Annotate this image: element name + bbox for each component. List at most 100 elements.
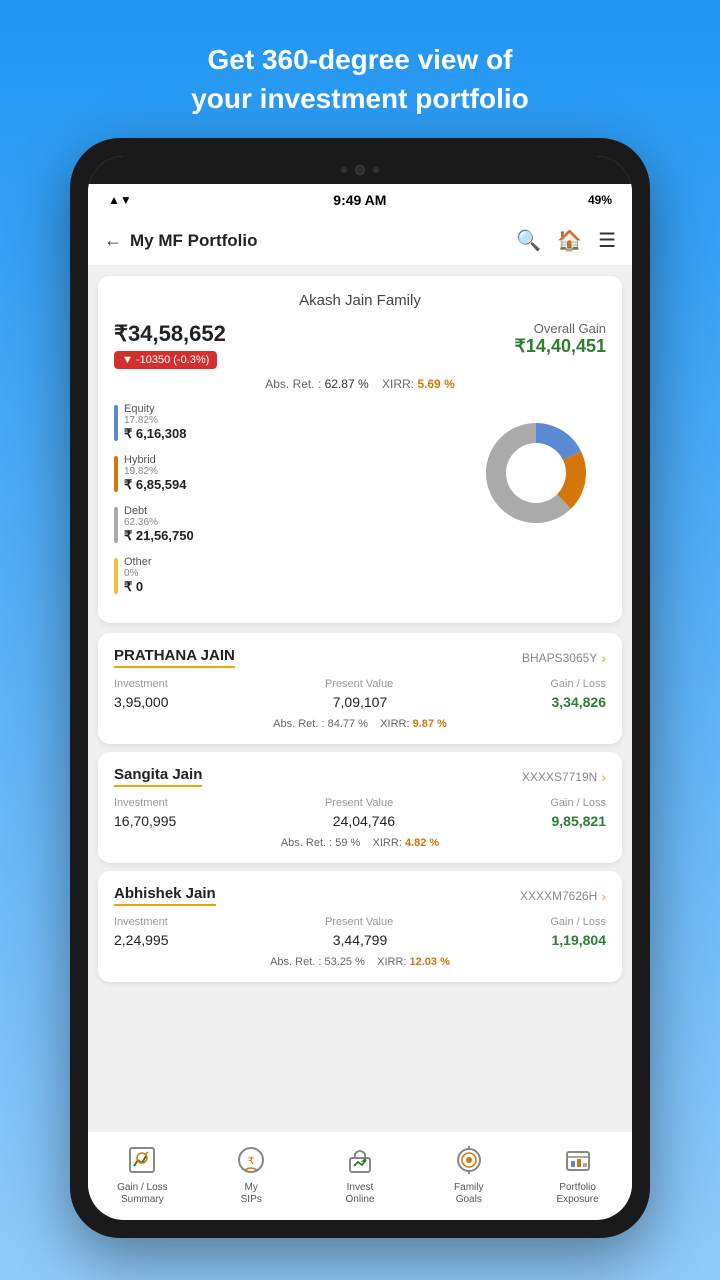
person-returns: Abs. Ret. : 59 % XIRR: 4.82 %	[114, 837, 606, 849]
hero-line1: Get 360-degree view of	[207, 44, 512, 75]
person-table-header: Investment Present Value Gain / Loss	[114, 678, 606, 690]
hero-line2: your investment portfolio	[191, 83, 529, 114]
phone-screen: ▲▼ 9:49 AM 49% ← My MF Portfolio 🔍 🏠 ☰ A…	[88, 156, 632, 1220]
person-chevron-icon: ›	[601, 650, 606, 666]
change-badge: ▼ -10350 (-0.3%)	[114, 351, 217, 369]
present-value-header: Present Value	[325, 797, 393, 809]
breakdown-amount: ₹ 21,56,750	[124, 528, 194, 544]
nav-family-goals[interactable]: FamilyGoals	[429, 1142, 509, 1206]
person-header: PRATHANA JAIN BHAPS3065Y ›	[114, 647, 606, 668]
investment-header: Investment	[114, 797, 168, 809]
present-value-header: Present Value	[325, 916, 393, 928]
person-table: Investment Present Value Gain / Loss 2,2…	[114, 916, 606, 948]
search-icon[interactable]: 🔍	[516, 228, 541, 253]
header-icons: 🔍 🏠 ☰	[516, 228, 616, 253]
battery-status: 49%	[588, 193, 612, 207]
menu-icon[interactable]: ☰	[598, 228, 616, 253]
person-card: Abhishek Jain XXXXM7626H › Investment Pr…	[98, 871, 622, 982]
status-time: 9:49 AM	[333, 192, 386, 208]
portfolio-main-row: ₹34,58,652 ▼ -10350 (-0.3%) Overall Gain…	[114, 321, 606, 369]
breakdown-item: Equity 17.82% ₹ 6,16,308	[114, 403, 458, 442]
sips-icon: ₹	[233, 1142, 269, 1178]
nav-exposure-label: PortfolioExposure	[556, 1182, 598, 1206]
breakdown-pct: 62.36%	[124, 517, 194, 528]
person-id[interactable]: XXXXM7626H ›	[520, 888, 606, 904]
breakdown-label: Hybrid	[124, 454, 187, 466]
nav-my-sips[interactable]: ₹ MySIPs	[211, 1142, 291, 1206]
bottom-nav: Gain / LossSummary ₹ MySIPs	[88, 1131, 632, 1220]
person-investment: 3,95,000	[114, 694, 169, 710]
person-abs-ret: 84.77 %	[328, 718, 368, 730]
person-gain-loss: 3,34,826	[552, 694, 607, 710]
notch-dot2	[373, 167, 379, 173]
xirr-label: XIRR:	[382, 377, 414, 391]
gain-loss-header: Gain / Loss	[550, 916, 606, 928]
breakdown-color-dot	[114, 405, 118, 441]
back-icon[interactable]: ←	[104, 230, 122, 251]
portfolio-right: Overall Gain ₹14,40,451	[514, 321, 606, 357]
breakdown-info: Equity 17.82% ₹ 6,16,308	[124, 403, 187, 442]
breakdown-amount: ₹ 6,85,594	[124, 477, 187, 493]
person-pan: XXXXS7719N	[522, 770, 597, 784]
breakdown-amount: ₹ 6,16,308	[124, 426, 187, 442]
person-returns: Abs. Ret. : 53.25 % XIRR: 12.03 %	[114, 956, 606, 968]
portfolio-left: ₹34,58,652 ▼ -10350 (-0.3%)	[114, 321, 226, 369]
family-name: Akash Jain Family	[114, 292, 606, 309]
person-cards-container: PRATHANA JAIN BHAPS3065Y › Investment Pr…	[88, 633, 632, 982]
investment-header: Investment	[114, 916, 168, 928]
person-present-value: 3,44,799	[333, 932, 388, 948]
nav-gain-loss[interactable]: Gain / LossSummary	[102, 1142, 182, 1206]
notch-camera	[355, 165, 365, 175]
app-header: ← My MF Portfolio 🔍 🏠 ☰	[88, 216, 632, 266]
nav-invest-online[interactable]: InvestOnline	[320, 1142, 400, 1206]
goals-icon	[451, 1142, 487, 1178]
overall-gain-label: Overall Gain	[514, 321, 606, 336]
header-left: ← My MF Portfolio	[104, 230, 257, 251]
page-title: My MF Portfolio	[130, 231, 257, 251]
breakdown-item: Hybrid 19.82% ₹ 6,85,594	[114, 454, 458, 493]
person-id[interactable]: XXXXS7719N ›	[522, 769, 606, 785]
home-icon[interactable]: 🏠	[557, 228, 582, 253]
nav-goals-label: FamilyGoals	[454, 1182, 483, 1206]
svg-text:₹: ₹	[248, 1156, 254, 1167]
investment-header: Investment	[114, 678, 168, 690]
person-table-values: 16,70,995 24,04,746 9,85,821	[114, 813, 606, 829]
person-chevron-icon: ›	[601, 769, 606, 785]
breakdown-info: Hybrid 19.82% ₹ 6,85,594	[124, 454, 187, 493]
wifi-icon: ▲▼	[108, 193, 132, 207]
nav-invest-label: InvestOnline	[346, 1182, 375, 1206]
breakdown-item: Other 0% ₹ 0	[114, 556, 458, 595]
main-content: Akash Jain Family ₹34,58,652 ▼ -10350 (-…	[88, 266, 632, 1131]
person-xirr: 9.87 %	[413, 718, 447, 730]
present-value-header: Present Value	[325, 678, 393, 690]
exposure-icon	[560, 1142, 596, 1178]
person-xirr: 12.03 %	[410, 956, 450, 968]
nav-portfolio-exposure[interactable]: PortfolioExposure	[538, 1142, 618, 1206]
portfolio-summary-card: Akash Jain Family ₹34,58,652 ▼ -10350 (-…	[98, 276, 622, 623]
breakdown-amount: ₹ 0	[124, 579, 152, 595]
hero-text: Get 360-degree view of your investment p…	[131, 0, 589, 138]
person-gain-loss: 9,85,821	[552, 813, 607, 829]
breakdown-pct: 17.82%	[124, 415, 187, 426]
current-value: ₹34,58,652	[114, 321, 226, 347]
person-returns: Abs. Ret. : 84.77 % XIRR: 9.87 %	[114, 718, 606, 730]
person-table-values: 3,95,000 7,09,107 3,34,826	[114, 694, 606, 710]
nav-gain-loss-label: Gain / LossSummary	[117, 1182, 168, 1206]
breakdown-info: Debt 62.36% ₹ 21,56,750	[124, 505, 194, 544]
person-table: Investment Present Value Gain / Loss 3,9…	[114, 678, 606, 710]
invest-icon	[342, 1142, 378, 1178]
person-table-header: Investment Present Value Gain / Loss	[114, 797, 606, 809]
breakdown-color-dot	[114, 558, 118, 594]
breakdown-label: Other	[124, 556, 152, 568]
person-name: Abhishek Jain	[114, 885, 216, 906]
abs-ret-label: Abs. Ret. :	[265, 377, 321, 391]
breakdown-label: Equity	[124, 403, 187, 415]
person-table: Investment Present Value Gain / Loss 16,…	[114, 797, 606, 829]
donut-chart	[466, 403, 606, 543]
notch-dot	[341, 167, 347, 173]
breakdown-pct: 0%	[124, 568, 152, 579]
breakdown-list: Equity 17.82% ₹ 6,16,308 Hybrid 19.82% ₹…	[114, 403, 458, 607]
person-table-header: Investment Present Value Gain / Loss	[114, 916, 606, 928]
notch-bar	[88, 156, 632, 184]
person-id[interactable]: BHAPS3065Y ›	[522, 650, 606, 666]
